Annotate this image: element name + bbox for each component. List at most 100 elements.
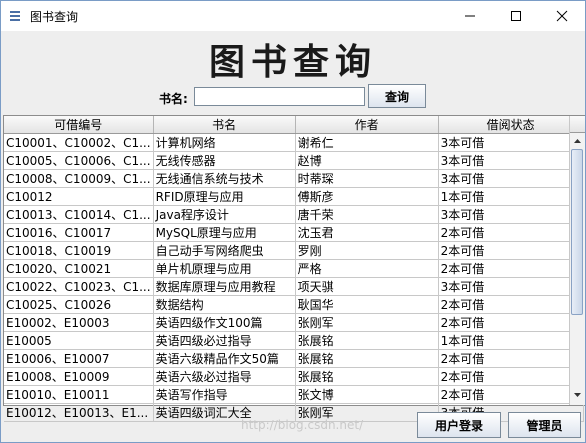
maximize-icon bbox=[511, 11, 521, 21]
cell-status: 3本可借 bbox=[438, 133, 584, 152]
user-login-button[interactable]: 用户登录 bbox=[417, 412, 501, 438]
admin-button[interactable]: 管理员 bbox=[508, 412, 581, 438]
table-row[interactable]: C10001、C10002、C1... 计算机网络 谢希仁 3本可借 bbox=[4, 133, 584, 152]
table-row[interactable]: C10025、C10026 数据结构 耿国华 2本可借 bbox=[4, 295, 584, 314]
watermark: http://blog.csdn.net/ bbox=[241, 418, 364, 432]
column-header-id[interactable]: 可借编号 bbox=[4, 116, 154, 134]
table-row[interactable]: C10018、C10019 自己动手写网络爬虫 罗刚 2本可借 bbox=[4, 241, 584, 260]
cell-author: 罗刚 bbox=[295, 241, 439, 260]
cell-title: 数据库原理与应用教程 bbox=[153, 277, 296, 296]
cell-status: 2本可借 bbox=[438, 259, 584, 278]
cell-author: 唐千荣 bbox=[295, 205, 439, 224]
cell-id: C10001、C10002、C1... bbox=[4, 133, 154, 152]
cell-title: 自己动手写网络爬虫 bbox=[153, 241, 296, 260]
cell-author: 赵博 bbox=[295, 151, 439, 170]
column-header-title[interactable]: 书名 bbox=[153, 116, 296, 134]
cell-author: 张展铭 bbox=[295, 349, 439, 368]
cell-status: 3本可借 bbox=[438, 169, 584, 188]
table-row[interactable]: E10005 英语四级必过指导 张展铭 1本可借 bbox=[4, 331, 584, 350]
cell-title: 无线传感器 bbox=[153, 151, 296, 170]
search-button[interactable]: 查询 bbox=[368, 84, 426, 108]
table-row[interactable]: C10005、C10006、C1... 无线传感器 赵博 3本可借 bbox=[4, 151, 584, 170]
table-row[interactable]: C10008、C10009、C1... 无线通信系统与技术 时蒂琛 3本可借 bbox=[4, 169, 584, 188]
cell-id: E10002、E10003 bbox=[4, 313, 154, 332]
cell-title: 英语四级必过指导 bbox=[153, 331, 296, 350]
cell-title: 数据结构 bbox=[153, 295, 296, 314]
cell-id: C10022、C10023、C1... bbox=[4, 277, 154, 296]
cell-title: 单片机原理与应用 bbox=[153, 259, 296, 278]
cell-status: 2本可借 bbox=[438, 385, 584, 404]
minimize-button[interactable] bbox=[447, 1, 493, 31]
cell-title: 英语六级精品作文50篇 bbox=[153, 349, 296, 368]
table-header-row: 可借编号 书名 作者 借阅状态 bbox=[4, 116, 584, 134]
table-row[interactable]: C10013、C10014、C1... Java程序设计 唐千荣 3本可借 bbox=[4, 205, 584, 224]
cell-id: E10008、E10009 bbox=[4, 367, 154, 386]
cell-title: 计算机网络 bbox=[153, 133, 296, 152]
cell-id: C10016、C10017 bbox=[4, 223, 154, 242]
close-button[interactable] bbox=[539, 1, 585, 31]
cell-author: 张文博 bbox=[295, 385, 439, 404]
cell-status: 3本可借 bbox=[438, 151, 584, 170]
book-table-grid: 可借编号 书名 作者 借阅状态 C10001、C10002、C1... 计算机网络… bbox=[4, 116, 584, 422]
book-table[interactable]: 可借编号 书名 作者 借阅状态 C10001、C10002、C1... 计算机网络… bbox=[3, 115, 585, 422]
cell-id: C10008、C10009、C1... bbox=[4, 169, 154, 188]
title-bar[interactable]: 图书查询 bbox=[1, 1, 585, 31]
maximize-button[interactable] bbox=[493, 1, 539, 31]
vertical-scrollbar[interactable] bbox=[569, 116, 585, 405]
header-corner bbox=[570, 116, 585, 133]
table-row[interactable]: E10002、E10003 英语四级作文100篇 张刚军 2本可借 bbox=[4, 313, 584, 332]
scroll-down-arrow-icon[interactable] bbox=[570, 388, 585, 403]
table-row[interactable]: E10010、E10011 英语写作指导 张文博 2本可借 bbox=[4, 385, 584, 404]
cell-author: 张刚军 bbox=[295, 313, 439, 332]
content-area: 图书查询 书名: 查询 可借编号 书名 作者 借阅状态 C10001、C1000… bbox=[1, 31, 585, 442]
cell-author: 张展铭 bbox=[295, 367, 439, 386]
table-row[interactable]: C10016、C10017 MySQL原理与应用 沈玉君 2本可借 bbox=[4, 223, 584, 242]
cell-status: 2本可借 bbox=[438, 241, 584, 260]
window-title: 图书查询 bbox=[30, 10, 79, 24]
table-row[interactable]: C10020、C10021 单片机原理与应用 严格 2本可借 bbox=[4, 259, 584, 278]
app-icon bbox=[8, 9, 22, 23]
cell-status: 1本可借 bbox=[438, 187, 584, 206]
cell-author: 沈玉君 bbox=[295, 223, 439, 242]
table-row[interactable]: C10012 RFID原理与应用 傅斯彦 1本可借 bbox=[4, 187, 584, 206]
cell-status: 2本可借 bbox=[438, 349, 584, 368]
cell-id: C10005、C10006、C1... bbox=[4, 151, 154, 170]
cell-status: 2本可借 bbox=[438, 367, 584, 386]
cell-title: RFID原理与应用 bbox=[153, 187, 296, 206]
book-name-input[interactable] bbox=[194, 87, 365, 106]
cell-status: 1本可借 bbox=[438, 331, 584, 350]
scroll-thumb[interactable] bbox=[571, 149, 583, 315]
cell-id: E10005 bbox=[4, 331, 154, 350]
page-title: 图书查询 bbox=[208, 41, 377, 83]
cell-title: 英语写作指导 bbox=[153, 385, 296, 404]
minimize-icon bbox=[465, 15, 475, 17]
cell-title: 英语六级必过指导 bbox=[153, 367, 296, 386]
book-query-window: 图书查询 图书查询 书名: 查询 可借编号 书名 作者 借阅状态 C10001、… bbox=[0, 0, 586, 443]
cell-title: 英语四级作文100篇 bbox=[153, 313, 296, 332]
cell-status: 2本可借 bbox=[438, 295, 584, 314]
cell-author: 耿国华 bbox=[295, 295, 439, 314]
column-header-author[interactable]: 作者 bbox=[295, 116, 439, 134]
table-row[interactable]: E10006、E10007 英语六级精品作文50篇 张展铭 2本可借 bbox=[4, 349, 584, 368]
cell-title: Java程序设计 bbox=[153, 205, 296, 224]
cell-title: MySQL原理与应用 bbox=[153, 223, 296, 242]
cell-status: 3本可借 bbox=[438, 205, 584, 224]
cell-id: E10012、E10013、E1... bbox=[4, 403, 154, 422]
column-header-status[interactable]: 借阅状态 bbox=[438, 116, 584, 134]
cell-id: E10010、E10011 bbox=[4, 385, 154, 404]
cell-id: C10025、C10026 bbox=[4, 295, 154, 314]
scroll-up-arrow-icon[interactable] bbox=[570, 133, 585, 148]
cell-id: C10020、C10021 bbox=[4, 259, 154, 278]
cell-author: 项天骐 bbox=[295, 277, 439, 296]
cell-author: 严格 bbox=[295, 259, 439, 278]
cell-status: 2本可借 bbox=[438, 313, 584, 332]
cell-title: 无线通信系统与技术 bbox=[153, 169, 296, 188]
cell-author: 傅斯彦 bbox=[295, 187, 439, 206]
cell-author: 时蒂琛 bbox=[295, 169, 439, 188]
cell-status: 2本可借 bbox=[438, 223, 584, 242]
close-icon bbox=[556, 10, 568, 22]
table-row[interactable]: C10022、C10023、C1... 数据库原理与应用教程 项天骐 3本可借 bbox=[4, 277, 584, 296]
cell-author: 谢希仁 bbox=[295, 133, 439, 152]
cell-id: C10013、C10014、C1... bbox=[4, 205, 154, 224]
table-row[interactable]: E10008、E10009 英语六级必过指导 张展铭 2本可借 bbox=[4, 367, 584, 386]
